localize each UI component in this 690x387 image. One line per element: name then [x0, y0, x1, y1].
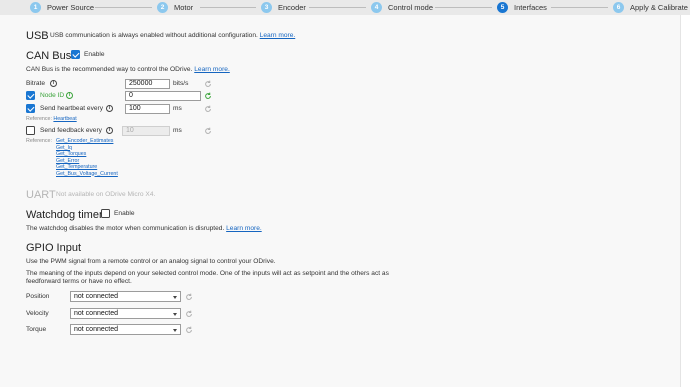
node-id-checkbox[interactable]: [26, 91, 35, 100]
step-number: 4: [371, 2, 382, 13]
step-label: Interfaces: [514, 3, 547, 12]
step-interfaces[interactable]: 5 Interfaces: [497, 0, 547, 15]
watchdog-title: Watchdog timer: [26, 209, 103, 221]
feedback-unit: ms: [173, 127, 182, 134]
can-description: CAN Bus is the recommended way to contro…: [26, 66, 230, 73]
uart-title: UART: [26, 189, 56, 201]
step-label: Motor: [174, 3, 194, 12]
node-id-reset-icon[interactable]: [204, 92, 212, 100]
step-motor[interactable]: 2 Motor: [157, 0, 193, 15]
gpio-torque-reset-icon[interactable]: [185, 326, 193, 334]
heartbeat-reference-label: Reference:: [26, 116, 52, 122]
feedback-info-icon[interactable]: i: [106, 127, 113, 134]
heartbeat-checkbox[interactable]: [26, 104, 35, 113]
step-connector: [551, 7, 608, 8]
heartbeat-reference: Reference: Heartbeat: [26, 116, 77, 122]
step-connector: [435, 7, 492, 8]
bitrate-input[interactable]: 250000: [125, 79, 170, 89]
watchdog-enable-label: Enable: [114, 210, 135, 217]
scrollbar[interactable]: [680, 15, 690, 387]
usb-description: USB communication is always enabled with…: [50, 32, 295, 39]
bitrate-label: Bitrate: [26, 80, 46, 87]
watchdog-description-text: The watchdog disables the motor when com…: [26, 225, 225, 232]
watchdog-description: The watchdog disables the motor when com…: [26, 225, 262, 232]
gpio-torque-value: not connected: [74, 326, 118, 333]
bitrate-reset-icon[interactable]: [204, 80, 212, 88]
feedback-reference-link[interactable]: Get_Torques: [56, 151, 86, 157]
gpio-position-reset-icon[interactable]: [185, 293, 193, 301]
heartbeat-reset-icon[interactable]: [204, 105, 212, 113]
can-enable-label: Enable: [84, 51, 105, 58]
node-id-info-icon[interactable]: i: [66, 92, 73, 99]
gpio-velocity-reset-icon[interactable]: [185, 310, 193, 318]
chevron-down-icon: [173, 312, 177, 316]
step-number: 2: [157, 2, 168, 13]
watchdog-learn-more-link[interactable]: Learn more.: [226, 225, 262, 232]
step-connector: [95, 7, 152, 8]
step-label: Encoder: [278, 3, 306, 12]
feedback-checkbox[interactable]: [26, 126, 35, 135]
gpio-position-select[interactable]: not connected: [70, 291, 181, 302]
feedback-reference-link[interactable]: Get_Encoder_Estimates: [56, 138, 113, 144]
chevron-down-icon: [173, 295, 177, 299]
step-connector: [200, 7, 256, 8]
feedback-reference-link[interactable]: Get_Error: [56, 158, 79, 164]
gpio-position-label: Position: [26, 293, 50, 300]
wizard-stepper: 1 Power Source 2 Motor 3 Encoder 4 Contr…: [0, 0, 690, 15]
feedback-reference-link[interactable]: Get_Iq: [56, 145, 72, 151]
heartbeat-input[interactable]: 100: [125, 104, 170, 114]
feedback-reference-link[interactable]: Get_Bus_Voltage_Current: [56, 171, 118, 177]
step-connector: [309, 7, 366, 8]
step-label: Power Source: [47, 3, 95, 12]
node-id-input[interactable]: 0: [125, 91, 201, 101]
gpio-torque-select[interactable]: not connected: [70, 324, 181, 335]
feedback-input[interactable]: 10: [122, 126, 170, 136]
step-number: 6: [613, 2, 624, 13]
gpio-title: GPIO Input: [26, 242, 82, 254]
feedback-reference-link[interactable]: Get_Temperature: [56, 164, 97, 170]
heartbeat-label: Send heartbeat every: [40, 105, 104, 112]
gpio-mode-description-line1: The meaning of the inputs depend on your…: [26, 270, 389, 277]
watchdog-enable-checkbox[interactable]: [101, 209, 110, 218]
bitrate-info-icon[interactable]: i: [50, 80, 57, 87]
can-bus-title: CAN Bus: [26, 50, 72, 62]
gpio-torque-label: Torque: [26, 326, 47, 333]
node-id-label: Node ID: [40, 92, 65, 99]
can-learn-more-link[interactable]: Learn more.: [194, 66, 230, 73]
step-control-mode[interactable]: 4 Control mode: [371, 0, 433, 15]
chevron-down-icon: [173, 328, 177, 332]
feedback-reset-icon[interactable]: [204, 127, 212, 135]
usb-description-text: USB communication is always enabled with…: [50, 32, 258, 39]
usb-title: USB: [26, 30, 49, 42]
uart-description: Not available on ODrive Micro X4.: [56, 191, 156, 198]
gpio-velocity-value: not connected: [74, 310, 118, 317]
gpio-velocity-select[interactable]: not connected: [70, 308, 181, 319]
step-number: 3: [261, 2, 272, 13]
usb-learn-more-link[interactable]: Learn more.: [260, 32, 296, 39]
gpio-description: Use the PWM signal from a remote control…: [26, 258, 276, 265]
can-description-text: CAN Bus is the recommended way to contro…: [26, 66, 193, 73]
step-encoder[interactable]: 3 Encoder: [261, 0, 306, 15]
feedback-label: Send feedback every: [40, 127, 102, 134]
step-label: Control mode: [388, 3, 434, 12]
feedback-reference-label: Reference:: [26, 138, 52, 144]
gpio-velocity-label: Velocity: [26, 310, 49, 317]
can-enable-checkbox[interactable]: [71, 50, 80, 59]
heartbeat-unit: ms: [173, 105, 182, 112]
step-apply-calibrate[interactable]: 6 Apply & Calibrate: [613, 0, 688, 15]
step-power-source[interactable]: 1 Power Source: [30, 0, 94, 15]
step-label: Apply & Calibrate: [630, 3, 688, 12]
step-number: 1: [30, 2, 41, 13]
heartbeat-info-icon[interactable]: i: [106, 105, 113, 112]
heartbeat-reference-link[interactable]: Heartbeat: [53, 116, 76, 122]
step-number: 5: [497, 2, 508, 13]
gpio-mode-description-line2: feedforward terms or have no effect.: [26, 278, 132, 285]
bitrate-unit: bits/s: [173, 80, 189, 87]
gpio-position-value: not connected: [74, 293, 118, 300]
